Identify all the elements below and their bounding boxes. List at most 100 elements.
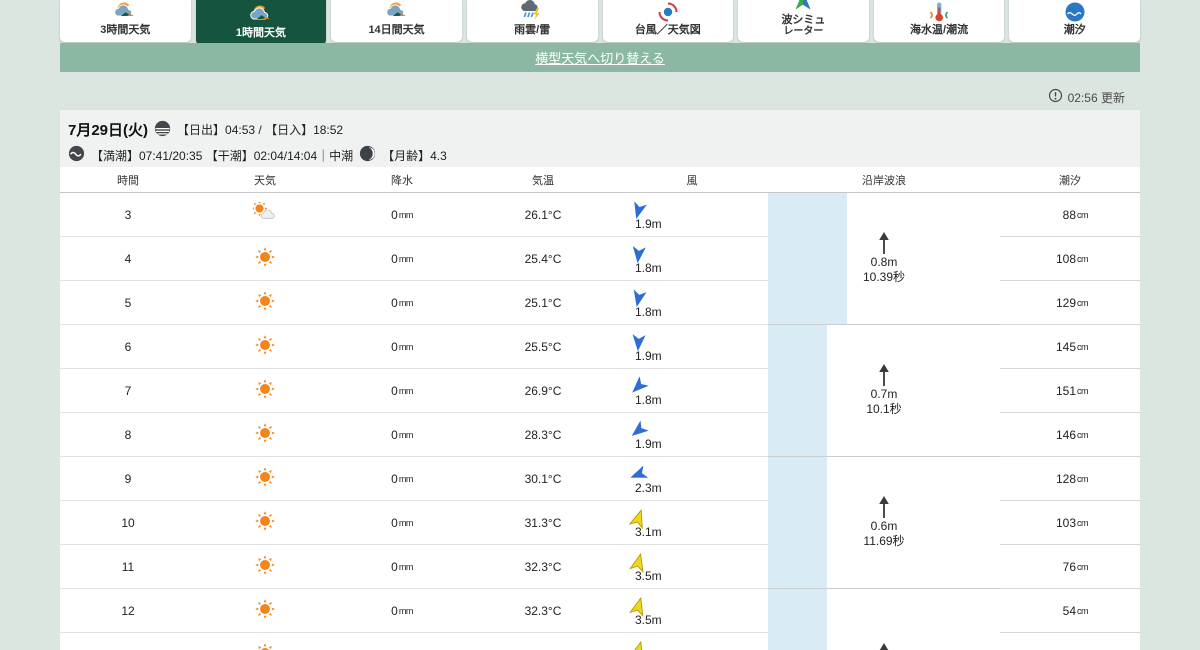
table-row: 3 0 mm 26.1°C 1.9m — [60, 193, 768, 237]
tab-tide[interactable]: 潮汐 — [1009, 0, 1140, 42]
precip-cell: 0mm — [334, 633, 470, 650]
temp-cell: 32.3°C — [470, 545, 616, 588]
precip-unit: mm — [398, 253, 414, 264]
temp-cell: 25.4°C — [470, 237, 616, 280]
temp-cell: 31.3°C — [470, 501, 616, 544]
temp-cell: 28.3°C — [470, 413, 616, 456]
tab-typhoon-weather-map[interactable]: 台風／天気図 — [602, 0, 734, 42]
tide-cell: 103 cm — [1000, 501, 1140, 545]
table-row: 7 0 mm 26.9°C 1.8m — [60, 369, 768, 413]
hour-cell: 6 — [60, 325, 196, 368]
table-row: 11 0 mm 32.3°C 3.5m — [60, 545, 768, 589]
wind-cell: 1.9m — [616, 413, 768, 456]
tide-cell: 151 cm — [1000, 369, 1140, 413]
header-hour: 時間 — [117, 174, 139, 187]
hour-label: 4 — [124, 251, 132, 266]
wind-cell: 3.1m — [616, 501, 768, 544]
tab-1hour-weather[interactable]: 1時間天気 — [195, 0, 327, 45]
precip-value: 0 — [391, 471, 398, 486]
weather-icon — [251, 200, 277, 227]
hour-cell: 10 — [60, 501, 196, 544]
wind-speed: 3.1m — [635, 525, 662, 539]
layout-switch-banner: 横型天気へ切り替える — [60, 43, 1140, 72]
precip-cell: 0mm — [334, 193, 470, 236]
wave-period: 10.39秒 — [862, 270, 906, 284]
tide-value: 151 — [1055, 383, 1076, 398]
tab-label: 1時間天気 — [235, 27, 286, 40]
weather-icon — [254, 246, 276, 271]
wind-cell: 1.9m — [616, 193, 768, 236]
wind-cell: 1.9m — [616, 325, 768, 368]
table-row: 10 0 mm 31.3°C 3.1m — [60, 501, 768, 545]
hour-label: 6 — [124, 339, 132, 354]
temp-value: 25.5°C — [524, 339, 562, 354]
header-weather: 天気 — [254, 174, 276, 187]
tab-3hour-weather[interactable]: 3時間天気 — [60, 0, 191, 42]
wind-cell: 1.8m — [616, 237, 768, 280]
precip-value: 0 — [391, 207, 398, 222]
precip-unit: mm — [398, 605, 414, 616]
tide-unit: cm — [1077, 209, 1089, 220]
precip-cell: 0mm — [334, 589, 470, 632]
wind-direction-icon — [628, 640, 644, 650]
temp-cell: 25.5°C — [470, 325, 616, 368]
moon-icon — [359, 145, 376, 165]
tab-sea-temp-current[interactable]: 海水温/潮流 — [873, 0, 1005, 42]
wind-cell: 1.8m — [616, 369, 768, 412]
tide-times-label: 【満潮】07:41/20:35 【干潮】02:04/14:04｜中潮 — [91, 148, 354, 163]
weather-cell — [196, 633, 334, 650]
precip-cell: 0mm — [334, 413, 470, 456]
header-temp: 気温 — [532, 174, 554, 187]
weather-cell — [196, 325, 334, 368]
weather-icon — [254, 466, 276, 491]
tide-cell: 108 cm — [1000, 237, 1140, 281]
tide-value: 145 — [1055, 339, 1076, 354]
tab-14day-weather[interactable]: 14日間天気 — [331, 0, 462, 42]
tab-label: 海水温/潮流 — [910, 24, 969, 37]
precip-value: 0 — [391, 339, 398, 354]
hour-label: 7 — [124, 383, 132, 398]
hour-cell: 7 — [60, 369, 196, 412]
header-tide: 潮汐 — [1059, 174, 1081, 187]
hour-cell: 9 — [60, 457, 196, 500]
hour-cell: 3 — [60, 193, 196, 236]
table-row: 8 0 mm 28.3°C 1.9m — [60, 413, 768, 457]
tide-value: 108 — [1055, 251, 1076, 266]
temp-value: 32.3°C — [524, 559, 562, 574]
wave-icon — [68, 145, 85, 165]
table-row: 13 0mm 32.4°C 3.5m — [60, 633, 768, 650]
tide-value: 103 — [1055, 515, 1076, 530]
table-row: 6 0 mm 25.5°C 1.9m — [60, 325, 768, 369]
tide-unit: cm — [1077, 385, 1089, 396]
sunrise-sunset-label: 【日出】04:53 / 【日入】18:52 — [177, 123, 344, 137]
tide-column: 88 cm 108 cm 129 cm 145 cm 151 cm 146 cm 128 cm 103 cm 7… — [1000, 193, 1140, 650]
header-wind: 風 — [686, 174, 698, 187]
header-coastal-wave: 沿岸波浪 — [862, 174, 906, 187]
weather-cell — [196, 193, 334, 236]
date-label: 7月29日(火) — [68, 122, 149, 139]
wave-up-arrow-icon — [879, 364, 889, 386]
wave-group: 0.7m 10.1秒 — [768, 325, 1000, 457]
table-row: 12 0 mm 32.3°C 3.5m — [60, 589, 768, 633]
weather-icon — [254, 510, 276, 535]
precip-value: 0 — [391, 383, 398, 398]
weather-cell — [196, 369, 334, 412]
table-row: 4 0 mm 25.4°C 1.8m — [60, 237, 768, 281]
tide-cell: 146 cm — [1000, 413, 1140, 457]
temp-value: 26.1°C — [524, 207, 562, 222]
switch-to-horizontal-link[interactable]: 横型天気へ切り替える — [535, 48, 665, 67]
tab-wave-simulator[interactable]: 波シミュ レーター — [738, 0, 869, 42]
hour-label: 8 — [124, 427, 132, 442]
temp-value: 30.1°C — [524, 471, 562, 486]
temp-value: 25.4°C — [524, 251, 562, 266]
temp-cell: 32.3°C — [470, 589, 616, 632]
tab-rain-cloud-thunder[interactable]: 雨雲/雷 — [466, 0, 598, 42]
tide-unit: cm — [1077, 517, 1089, 528]
weather-cell — [196, 589, 334, 632]
weather-page: 3時間天気 1時間天気 14日間天気 雨雲/雷 台風／天気図 波シミュ レーター … — [0, 0, 1200, 650]
weather-icon — [254, 422, 276, 447]
wind-speed: 1.9m — [635, 437, 662, 451]
wave-period: 10.1秒 — [866, 402, 902, 416]
wave-height-band — [768, 325, 827, 456]
wind-speed: 2.3m — [635, 481, 662, 495]
